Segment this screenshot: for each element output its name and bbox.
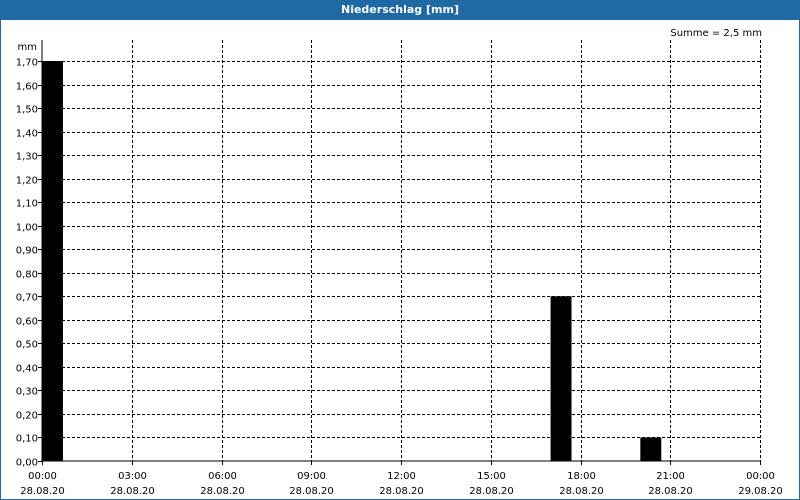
y-tick-label: 1,30 (16, 152, 38, 163)
x-tick-date: 28.08.20 (20, 486, 65, 497)
x-tick-date: 28.08.20 (289, 486, 334, 497)
y-tick-label: 0,30 (16, 387, 38, 398)
y-tick-label: 0,20 (16, 411, 38, 422)
x-tick-date: 28.08.20 (469, 486, 514, 497)
bar (550, 296, 572, 461)
y-tick-label: 0,90 (16, 246, 38, 257)
x-tick-time: 00:00 (28, 471, 57, 482)
y-tick-label: 1,50 (16, 105, 38, 116)
x-tick-time: 00:00 (746, 471, 775, 482)
y-tick-label: 0,60 (16, 317, 38, 328)
y-tick-label: 0,50 (16, 340, 38, 351)
bar (640, 437, 662, 461)
y-tick-label: 1,20 (16, 176, 38, 187)
x-tick-time: 03:00 (118, 471, 147, 482)
y-tick-label: 1,00 (16, 223, 38, 234)
y-tick-label: 1,70 (16, 58, 38, 69)
x-tick-date: 29.08.20 (738, 486, 783, 497)
x-tick-time: 18:00 (567, 471, 596, 482)
y-axis-label: mm (18, 42, 37, 53)
y-tick-label: 0,10 (16, 434, 38, 445)
x-tick-time: 06:00 (208, 471, 237, 482)
chart-svg: 0,00 0,10 0,20 0,30 0,40 0,50 0,60 0,70 0,80 0,90… (16, 28, 783, 497)
x-tick-date: 28.08.20 (110, 486, 155, 497)
y-tick-label: 0,80 (16, 270, 38, 281)
y-tick-label: 1,10 (16, 199, 38, 210)
x-tick-date: 28.08.20 (559, 486, 604, 497)
bar (42, 61, 63, 461)
y-tick-label: 0,40 (16, 364, 38, 375)
summary-label: Summe = 2,5 mm (670, 28, 762, 39)
y-tick-label: 0,70 (16, 293, 38, 304)
x-tick-time: 21:00 (656, 471, 685, 482)
x-tick-time: 12:00 (387, 471, 416, 482)
x-tick-date: 28.08.20 (648, 486, 693, 497)
y-tick-label: 1,60 (16, 82, 38, 93)
x-tick-time: 09:00 (297, 471, 326, 482)
y-tick-label: 0,00 (16, 458, 38, 469)
x-tick-date: 28.08.20 (200, 486, 245, 497)
x-tick-time: 15:00 (477, 471, 506, 482)
y-tick-label: 1,40 (16, 129, 38, 140)
x-tick-date: 28.08.20 (379, 486, 424, 497)
